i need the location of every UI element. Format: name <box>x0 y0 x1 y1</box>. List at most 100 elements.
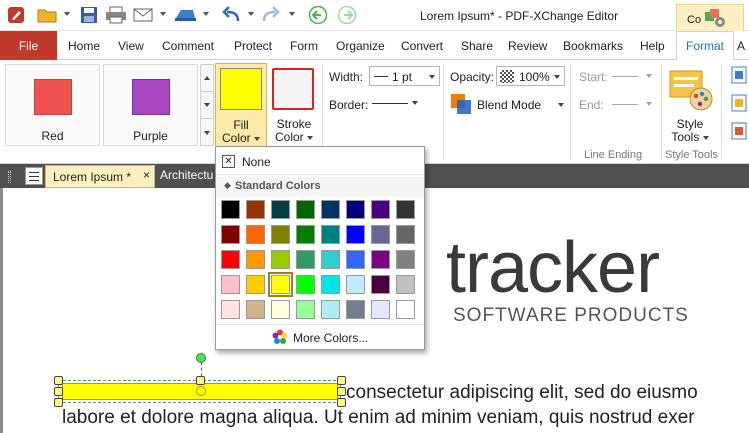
stroke-color-button[interactable]: Stroke Color <box>268 63 320 149</box>
color-swatch[interactable] <box>271 200 290 219</box>
resize-handle[interactable] <box>54 376 63 385</box>
redo-dropdown-icon[interactable] <box>289 12 295 16</box>
line-start-dropdown-icon[interactable] <box>646 74 652 78</box>
tab-comment[interactable]: Comment <box>162 39 214 53</box>
color-swatch[interactable] <box>346 200 365 219</box>
color-swatch[interactable] <box>371 275 390 294</box>
color-swatch[interactable] <box>321 300 340 319</box>
no-color-option[interactable]: ✕ None <box>216 147 424 175</box>
tab-overflow[interactable]: A <box>737 39 745 53</box>
color-swatch[interactable] <box>296 275 315 294</box>
style-preset-purple[interactable]: Purple <box>103 64 198 146</box>
tab-organize[interactable]: Organize <box>336 39 385 53</box>
color-swatch[interactable] <box>268 272 293 297</box>
rotation-handle[interactable] <box>196 353 206 363</box>
tab-form[interactable]: Form <box>290 39 318 53</box>
style-tools-button[interactable]: Style Tools <box>665 63 715 147</box>
color-swatch[interactable] <box>396 250 415 269</box>
color-swatch[interactable] <box>246 275 265 294</box>
resize-handle[interactable] <box>337 398 346 407</box>
tab-list-icon[interactable] <box>25 167 43 185</box>
undo-icon[interactable] <box>220 5 244 25</box>
color-swatch[interactable] <box>296 250 315 269</box>
color-swatch[interactable] <box>371 300 390 319</box>
color-swatch[interactable] <box>296 225 315 244</box>
width-dropdown[interactable]: 1 pt <box>369 66 440 86</box>
color-swatch[interactable] <box>221 275 240 294</box>
resize-handle[interactable] <box>337 376 346 385</box>
color-swatch[interactable] <box>321 275 340 294</box>
fill-color-button[interactable]: Fill Color <box>215 63 267 149</box>
color-swatch[interactable] <box>246 200 265 219</box>
color-swatch[interactable] <box>346 250 365 269</box>
save-icon[interactable] <box>78 5 100 25</box>
resize-handle[interactable] <box>54 387 63 396</box>
color-swatch[interactable] <box>246 250 265 269</box>
color-swatch[interactable] <box>396 300 415 319</box>
file-menu-button[interactable]: File <box>0 31 57 60</box>
tab-review[interactable]: Review <box>508 39 547 53</box>
color-swatch[interactable] <box>346 225 365 244</box>
color-swatch[interactable] <box>321 225 340 244</box>
back-icon[interactable] <box>306 5 330 25</box>
color-swatch[interactable] <box>346 275 365 294</box>
border-dropdown-icon[interactable] <box>412 101 418 105</box>
color-swatch[interactable] <box>271 250 290 269</box>
tab-home[interactable]: Home <box>68 39 100 53</box>
gallery-expand-button[interactable] <box>201 119 213 146</box>
tab-share[interactable]: Share <box>461 39 493 53</box>
color-swatch[interactable] <box>396 275 415 294</box>
color-swatch[interactable] <box>396 225 415 244</box>
resize-handle[interactable] <box>196 376 205 385</box>
open-dropdown-icon[interactable] <box>64 12 70 16</box>
close-tab-icon[interactable]: × <box>143 168 150 182</box>
color-swatch[interactable] <box>396 200 415 219</box>
color-swatch[interactable] <box>321 250 340 269</box>
email-dropdown-icon[interactable] <box>160 12 166 16</box>
color-swatch[interactable] <box>296 300 315 319</box>
undo-dropdown-icon[interactable] <box>248 12 254 16</box>
redo-icon[interactable] <box>258 5 282 25</box>
document-tab-title[interactable]: Architectu <box>160 168 213 182</box>
color-swatch[interactable] <box>371 200 390 219</box>
style-preset-red[interactable]: Red <box>5 64 100 146</box>
color-swatch[interactable] <box>371 225 390 244</box>
color-swatch[interactable] <box>321 200 340 219</box>
color-swatch[interactable] <box>371 250 390 269</box>
print-icon[interactable] <box>104 5 128 25</box>
gallery-up-button[interactable] <box>201 65 213 92</box>
color-swatch[interactable] <box>221 250 240 269</box>
blend-mode-button[interactable]: Blend Mode <box>477 98 541 112</box>
scan-dropdown-icon[interactable] <box>203 12 209 16</box>
color-swatch[interactable] <box>346 300 365 319</box>
tab-bookmarks[interactable]: Bookmarks <box>563 39 623 53</box>
scan-icon[interactable] <box>172 5 198 25</box>
line-end-dropdown-icon[interactable] <box>646 102 652 106</box>
document-tab-active[interactable]: Lorem Ipsum * × <box>45 165 155 188</box>
tab-help[interactable]: Help <box>640 39 665 53</box>
more-colors-button[interactable]: More Colors... <box>216 324 424 350</box>
gallery-down-button[interactable] <box>201 92 213 119</box>
color-swatch[interactable] <box>221 225 240 244</box>
blend-mode-caret-icon[interactable] <box>558 103 564 107</box>
color-swatch[interactable] <box>221 200 240 219</box>
resize-handle[interactable] <box>54 398 63 407</box>
color-swatch[interactable] <box>271 300 290 319</box>
tab-convert[interactable]: Convert <box>401 39 443 53</box>
tab-format[interactable]: Format <box>676 31 734 61</box>
color-swatch[interactable] <box>246 225 265 244</box>
gallery-scroll[interactable] <box>200 64 214 146</box>
settings-gear-icon[interactable] <box>703 8 729 33</box>
arrange-middle-icon[interactable] <box>731 94 747 115</box>
center-handle[interactable] <box>196 386 206 396</box>
arrange-bottom-icon[interactable] <box>731 122 747 143</box>
color-swatch[interactable] <box>296 200 315 219</box>
color-swatch[interactable] <box>246 300 265 319</box>
tab-protect[interactable]: Protect <box>234 39 272 53</box>
arrange-top-icon[interactable] <box>731 66 747 87</box>
color-swatch[interactable] <box>271 225 290 244</box>
email-icon[interactable] <box>132 5 156 25</box>
color-swatch[interactable] <box>221 300 240 319</box>
forward-icon[interactable] <box>335 5 359 25</box>
tab-view[interactable]: View <box>118 39 144 53</box>
